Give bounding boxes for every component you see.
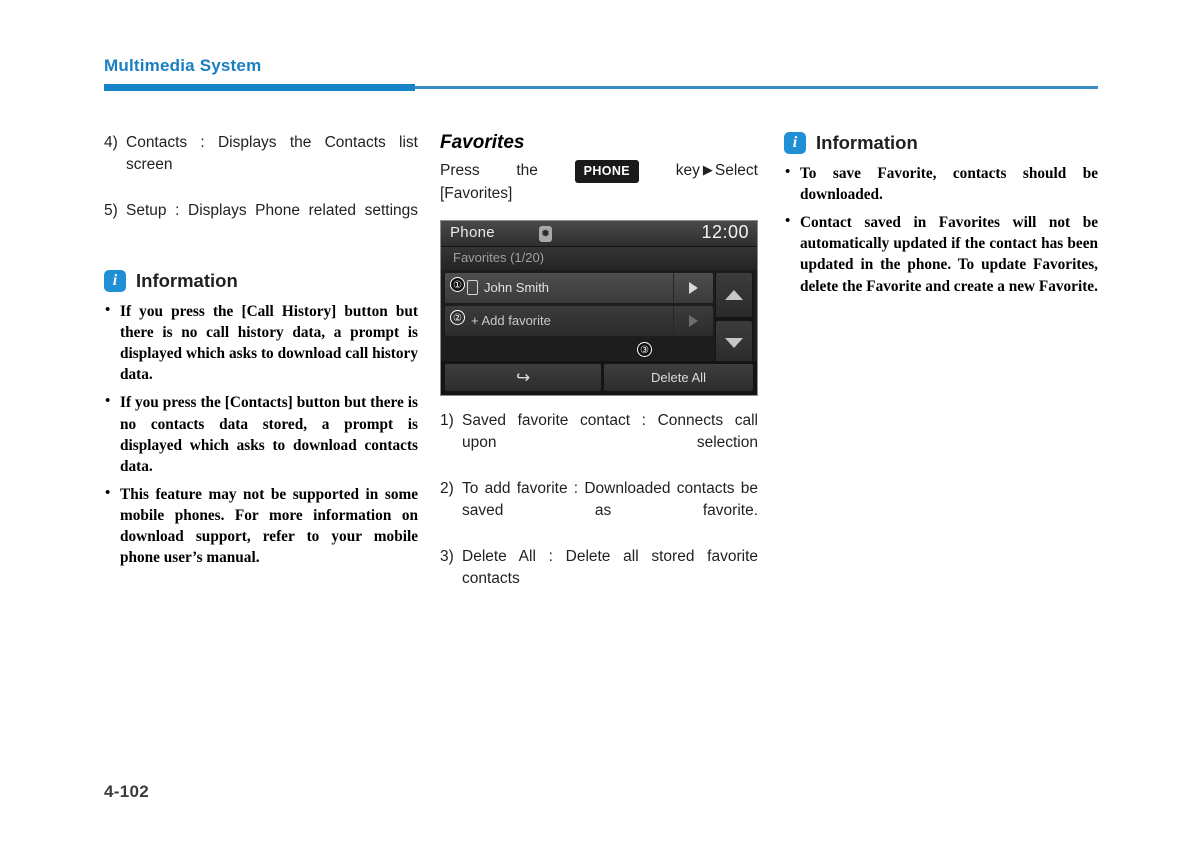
callout-1: ① (450, 276, 465, 292)
information-heading: i Information (784, 132, 1098, 154)
bluetooth-icon: ✹ (539, 225, 552, 242)
list-item: To save Favorite, contacts should be dow… (784, 162, 1098, 205)
chevron-up-icon (725, 289, 743, 300)
arrow-right-icon: ▶ (702, 162, 713, 178)
back-arrow-icon: ↩ (515, 367, 531, 387)
list-text: Setup : Displays Phone related settings (126, 202, 418, 219)
chevron-down-icon (725, 337, 743, 348)
favorites-count-label: Favorites (1/20) (453, 249, 545, 265)
favorites-list: John Smith + Add favorite (441, 269, 757, 365)
list-item: 5) Setup : Displays Phone related settin… (104, 200, 418, 244)
instruction-target: [Favorites] (440, 185, 513, 203)
information-bullet-list: To save Favorite, contacts should be dow… (784, 162, 1098, 297)
page-number: 4-102 (104, 782, 149, 801)
screen-title: Phone (450, 223, 495, 241)
header-rule-thick (104, 84, 415, 91)
list-text: Saved favorite contact : Connects call u… (462, 411, 758, 451)
left-numbered-list: 4) Contacts : Displays the Contacts list… (104, 132, 418, 244)
callout-3: ③ (637, 341, 652, 357)
list-marker: 5) (104, 202, 118, 219)
list-item: Contact saved in Favorites will not be a… (784, 211, 1098, 296)
information-heading: i Information (104, 270, 418, 292)
chevron-right-icon (689, 314, 698, 327)
middle-numbered-list: 1) Saved favorite contact : Connects cal… (440, 410, 758, 612)
row-detail-button[interactable] (673, 272, 713, 303)
screen-title-bar: Phone ✹ 12:00 (441, 220, 757, 247)
clock-display: 12:00 (701, 221, 749, 242)
info-icon: i (784, 132, 806, 154)
instruction-line: Press the PHONE key ▶ Select [Favorites] (440, 160, 758, 206)
scroll-down-button[interactable] (716, 320, 752, 365)
head-unit-screenshot: Phone ✹ 12:00 Favorites (1/20) John Smit… (440, 219, 758, 396)
back-button[interactable]: ↩ (445, 363, 601, 391)
list-item: 4) Contacts : Displays the Contacts list… (104, 132, 418, 198)
section-heading-favorites: Favorites (440, 132, 525, 153)
delete-all-button[interactable]: Delete All (604, 363, 753, 391)
list-item: If you press the [Contacts] button but t… (104, 391, 418, 476)
instruction-the: the (516, 162, 538, 180)
phone-key-badge: PHONE (574, 160, 640, 184)
favorite-row-john-smith[interactable]: John Smith (445, 272, 713, 303)
add-favorite-row[interactable]: + Add favorite (445, 305, 713, 336)
list-item: This feature may not be supported in som… (104, 483, 418, 568)
list-item: 2) To add favorite : Downloaded contacts… (440, 478, 758, 544)
mobile-phone-icon (467, 280, 478, 296)
list-text: Contacts : Displays the Contacts list sc… (126, 134, 418, 173)
chevron-right-icon (689, 281, 698, 294)
manual-page: Multimedia System 4) Contacts : Displays… (0, 0, 1200, 861)
running-header-title: Multimedia System (104, 56, 262, 75)
favorite-name: John Smith (484, 280, 550, 296)
list-marker: 3) (440, 547, 454, 565)
information-title: Information (136, 270, 238, 291)
information-title: Information (816, 132, 918, 153)
screen-subtitle-bar: Favorites (1/20) (441, 246, 757, 270)
list-text: To add favorite : Downloaded contacts be… (462, 479, 758, 519)
info-icon: i (104, 270, 126, 292)
scroll-up-button[interactable] (716, 272, 752, 317)
instruction-key: key (675, 162, 700, 180)
instruction-tail: key ▶ Select (676, 160, 758, 182)
list-marker: 1) (440, 411, 454, 429)
list-item: 3) Delete All : Delete all stored favori… (440, 546, 758, 612)
add-favorite-label: + Add favorite (471, 313, 551, 329)
list-item: If you press the [Call History] button b… (104, 300, 418, 385)
information-bullet-list: If you press the [Call History] button b… (104, 300, 418, 568)
instruction-select: Select (714, 162, 758, 180)
column-left: 4) Contacts : Displays the Contacts list… (104, 132, 418, 575)
scrollbar[interactable] (715, 272, 753, 365)
list-text: Delete All : Delete all stored favorite … (462, 547, 758, 587)
list-marker: 2) (440, 479, 454, 497)
list-item: 1) Saved favorite contact : Connects cal… (440, 410, 758, 476)
column-right: i Information To save Favorite, contacts… (784, 132, 1098, 304)
instruction-press: Press (440, 162, 480, 180)
row-detail-button[interactable] (673, 305, 713, 336)
list-marker: 4) (104, 134, 118, 151)
callout-2: ② (450, 309, 465, 325)
screen-bottom-bar: ↩ Delete All (441, 360, 757, 395)
header-rule-thin (415, 86, 1098, 89)
column-middle: Favorites Press the PHONE key ▶ Select [Fa… (440, 132, 758, 614)
